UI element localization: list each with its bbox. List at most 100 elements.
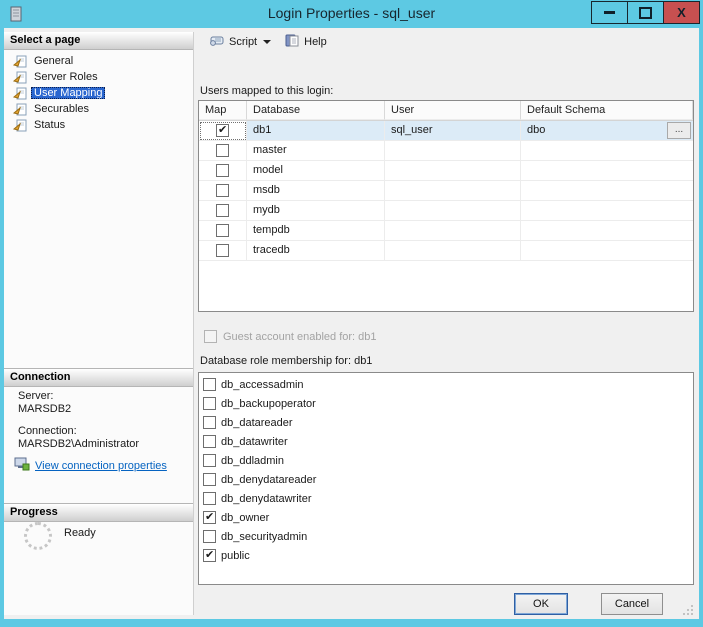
map-checkbox-db1[interactable] — [216, 123, 229, 137]
default-schema-cell[interactable] — [521, 141, 693, 161]
role-checkbox-db_accessadmin[interactable] — [203, 378, 216, 391]
login-properties-window: Login Properties - sql_user X Select a p… — [0, 0, 703, 627]
resize-grip[interactable] — [682, 604, 694, 616]
page-icon — [12, 55, 28, 68]
map-checkbox-msdb[interactable] — [216, 184, 229, 197]
role-checkbox-db_ddladmin[interactable] — [203, 454, 216, 467]
progress-status: Ready — [64, 527, 96, 539]
help-button[interactable]: Help — [281, 31, 331, 52]
script-button[interactable]: Script — [205, 32, 275, 52]
sidebar-item-label: Server Roles — [34, 71, 98, 83]
map-checkbox-mydb[interactable] — [216, 204, 229, 217]
database-cell[interactable]: master — [247, 141, 385, 161]
column-header-default-schema[interactable]: Default Schema — [521, 101, 693, 120]
sidebar-item-label: User Mapping — [31, 87, 106, 99]
role-item-db_ddladmin[interactable]: db_ddladmin — [199, 451, 693, 470]
column-header-database[interactable]: Database — [247, 101, 385, 120]
map-checkbox-model[interactable] — [216, 164, 229, 177]
map-checkbox-tracedb[interactable] — [216, 244, 229, 257]
database-cell[interactable]: mydb — [247, 201, 385, 221]
column-header-user[interactable]: User — [385, 101, 521, 120]
close-button[interactable]: X — [663, 1, 700, 24]
help-icon — [285, 33, 300, 50]
map-cell — [199, 141, 247, 161]
database-cell[interactable]: msdb — [247, 181, 385, 201]
role-item-db_datawriter[interactable]: db_datawriter — [199, 432, 693, 451]
users-mapped-label: Users mapped to this login: — [200, 85, 334, 97]
map-checkbox-tempdb[interactable] — [216, 224, 229, 237]
database-cell[interactable]: tempdb — [247, 221, 385, 241]
user-cell[interactable] — [385, 141, 521, 161]
role-item-public[interactable]: public — [199, 546, 693, 565]
user-cell[interactable] — [385, 181, 521, 201]
toolbar: Script Help — [196, 28, 699, 55]
role-label: db_denydatareader — [221, 473, 317, 486]
ok-button[interactable]: OK — [514, 593, 568, 615]
user-cell[interactable] — [385, 201, 521, 221]
role-checkbox-db_denydatareader[interactable] — [203, 473, 216, 486]
page-icon — [12, 119, 28, 132]
map-checkbox-master[interactable] — [216, 144, 229, 157]
user-cell[interactable] — [385, 221, 521, 241]
titlebar: Login Properties - sql_user X — [0, 0, 703, 28]
map-cell — [199, 201, 247, 221]
default-schema-browse-button[interactable]: ... — [667, 122, 691, 139]
role-item-db_denydatawriter[interactable]: db_denydatawriter — [199, 489, 693, 508]
sidebar-item-general[interactable]: General — [4, 53, 193, 69]
role-label: db_ddladmin — [221, 454, 284, 467]
view-connection-properties-link[interactable]: View connection properties — [14, 457, 167, 474]
user-cell[interactable] — [385, 161, 521, 181]
role-checkbox-public[interactable] — [203, 548, 216, 562]
database-cell[interactable]: model — [247, 161, 385, 181]
role-item-db_accessadmin[interactable]: db_accessadmin — [199, 375, 693, 394]
user-cell[interactable]: sql_user — [385, 121, 521, 141]
default-schema-cell[interactable] — [521, 241, 693, 261]
role-membership-label: Database role membership for: db1 — [200, 355, 373, 367]
grid-row-db1[interactable]: db1sql_userdbo... — [199, 121, 693, 141]
user-cell[interactable] — [385, 241, 521, 261]
role-label: db_datareader — [221, 416, 293, 429]
role-label: public — [221, 549, 250, 562]
maximize-button[interactable] — [627, 1, 664, 24]
guest-account-checkbox — [204, 330, 217, 343]
role-label: db_securityadmin — [221, 530, 308, 543]
minimize-button[interactable] — [591, 1, 628, 24]
sidebar-item-server-roles[interactable]: Server Roles — [4, 69, 193, 85]
sidebar-item-user-mapping[interactable]: User Mapping — [4, 85, 193, 101]
role-checkbox-db_datawriter[interactable] — [203, 435, 216, 448]
grid-row-model[interactable]: model — [199, 161, 693, 181]
minimize-icon — [604, 11, 615, 14]
role-item-db_backupoperator[interactable]: db_backupoperator — [199, 394, 693, 413]
dialog-body: Select a page General Server Roles User Ma… — [4, 28, 699, 619]
default-schema-cell[interactable] — [521, 181, 693, 201]
database-cell[interactable]: db1 — [247, 121, 385, 141]
default-schema-cell[interactable]: dbo... — [521, 121, 693, 141]
role-item-db_denydatareader[interactable]: db_denydatareader — [199, 470, 693, 489]
role-item-db_securityadmin[interactable]: db_securityadmin — [199, 527, 693, 546]
database-cell[interactable]: tracedb — [247, 241, 385, 261]
grid-row-mydb[interactable]: mydb — [199, 201, 693, 221]
maximize-icon — [639, 6, 652, 19]
role-checkbox-db_owner[interactable] — [203, 510, 216, 524]
default-schema-cell[interactable] — [521, 161, 693, 181]
role-item-db_datareader[interactable]: db_datareader — [199, 413, 693, 432]
grid-row-tempdb[interactable]: tempdb — [199, 221, 693, 241]
connection-value: MARSDB2\Administrator — [18, 438, 140, 450]
role-checkbox-db_securityadmin[interactable] — [203, 530, 216, 543]
grid-row-msdb[interactable]: msdb — [199, 181, 693, 201]
role-item-db_owner[interactable]: db_owner — [199, 508, 693, 527]
default-schema-cell[interactable] — [521, 221, 693, 241]
sidebar-item-securables[interactable]: Securables — [4, 101, 193, 117]
role-checkbox-db_backupoperator[interactable] — [203, 397, 216, 410]
sidebar-pages: General Server Roles User Mapping Securable… — [4, 50, 193, 133]
role-checkbox-db_denydatawriter[interactable] — [203, 492, 216, 505]
column-header-map[interactable]: Map — [199, 101, 247, 120]
grid-row-master[interactable]: master — [199, 141, 693, 161]
sidebar: Select a page General Server Roles User Ma… — [4, 32, 194, 615]
sidebar-item-status[interactable]: Status — [4, 117, 193, 133]
connection-label: Connection: — [18, 425, 77, 437]
role-checkbox-db_datareader[interactable] — [203, 416, 216, 429]
default-schema-cell[interactable] — [521, 201, 693, 221]
cancel-button[interactable]: Cancel — [601, 593, 663, 615]
grid-row-tracedb[interactable]: tracedb — [199, 241, 693, 261]
